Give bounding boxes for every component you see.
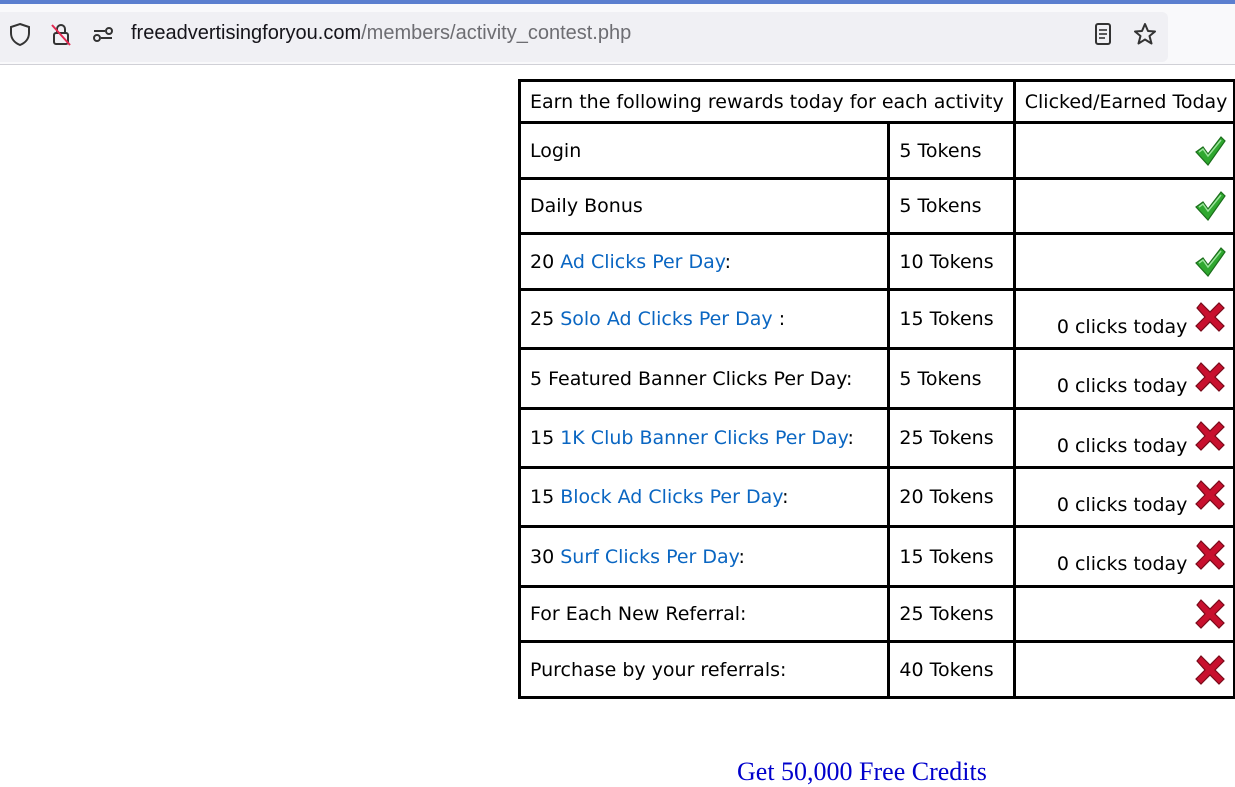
cross-icon [1195,599,1226,629]
activity-cell: 25 Solo Ad Clicks Per Day : [517,288,891,350]
table-row: 15 1K Club Banner Clicks Per Day: 25 Toke… [517,407,1235,469]
cross-icon [1195,421,1226,452]
activity-text: 25 [530,308,561,330]
reader-view-icon[interactable] [1090,21,1116,47]
activity-text: 15 [530,486,561,508]
click-count: 0 clicks today [1056,553,1188,576]
reward-cell: 25 Tokens [887,407,1016,469]
activity-link[interactable]: Ad Clicks Per Day [560,251,724,273]
status-cell [1012,640,1235,699]
cross-icon [1195,539,1226,570]
activity-text: Daily Bonus [530,195,643,217]
reward-cell: 15 Tokens [887,525,1016,588]
activity-text: 30 [530,545,561,568]
status-cell [1012,585,1235,643]
status-cell [1012,121,1235,180]
cross-icon [1195,361,1226,392]
activity-link[interactable]: Block Ad Clicks Per Day [560,486,782,508]
table-row: Daily Bonus 5 Tokens [517,177,1235,235]
activity-cell: 15 Block Ad Clicks Per Day: [517,466,891,528]
table-row: 25 Solo Ad Clicks Per Day :15 Tokens 0 cl… [517,288,1235,350]
reward-cell: 10 Tokens [887,232,1016,291]
click-count: 0 clicks today [1056,434,1188,457]
activity-link[interactable]: Solo Ad Clicks Per Day [560,308,772,330]
table-row: 30 Surf Clicks Per Day: 15 Tokens 0 clicks… [517,525,1235,588]
activity-cell: 15 1K Club Banner Clicks Per Day: [517,407,891,469]
status-cell: 0 clicks today [1012,407,1235,469]
click-count: 0 clicks today [1056,375,1188,398]
reward-cell: 5 Tokens [887,347,1016,410]
activity-rewards-table: Earn the following rewards today for eac… [517,79,1235,699]
url-path: /members/activity_contest.php [361,22,632,44]
status-cell: 0 clicks today [1012,288,1235,350]
permissions-icon[interactable] [90,21,116,47]
activity-suffix: : [772,308,786,330]
status-cell: 0 clicks today [1012,466,1235,528]
table-row: For Each New Referral: 25 Tokens [517,585,1235,643]
reward-cell: 25 Tokens [887,585,1016,643]
table-header-row: Earn the following rewards today for eac… [518,79,1235,124]
activity-text: For Each New Referral: [530,603,747,625]
reward-cell: 20 Tokens [887,466,1016,528]
url-domain: freeadvertisingforyou.com [131,22,362,44]
activity-cell: Purchase by your referrals: [517,640,891,699]
activity-suffix: : [847,427,854,449]
status-cell: 0 clicks today [1012,525,1235,588]
reward-cell: 5 Tokens [887,121,1016,180]
activity-link[interactable]: Surf Clicks Per Day [560,546,738,568]
header-activity: Earn the following rewards today for eac… [518,79,1016,124]
activity-suffix: : [738,545,745,568]
activity-suffix: : [782,486,789,508]
cross-icon [1195,480,1226,511]
activity-cell: 20 Ad Clicks Per Day: [517,232,891,291]
shield-icon[interactable] [7,21,33,47]
reward-cell: 40 Tokens [887,640,1016,699]
activity-link[interactable]: 1K Club Banner Clicks Per Day [560,427,847,449]
check-icon [1195,191,1227,221]
activity-text: 20 [530,250,561,273]
activity-suffix: : [724,250,732,273]
table-row: 5 Featured Banner Clicks Per Day: 5 Token… [517,347,1235,410]
status-cell [1012,232,1235,291]
activity-cell: For Each New Referral: [517,585,891,643]
url-text[interactable]: freeadvertisingforyou.com/members/activi… [131,22,631,45]
click-count: 0 clicks today [1056,315,1188,338]
activity-cell: Daily Bonus [517,177,891,235]
activity-text: 5 Featured Banner Clicks Per Day: [530,367,853,390]
table-row: Purchase by your referrals: 40 Tokens [517,640,1235,699]
insecure-lock-icon[interactable] [48,21,74,47]
table-row: Login 5 Tokens [517,121,1235,180]
check-icon [1195,246,1227,277]
reward-cell: 15 Tokens [887,288,1016,350]
table-row: 20 Ad Clicks Per Day: 10 Tokens [517,232,1235,291]
status-cell: 0 clicks today [1012,347,1235,410]
activity-text: Login [530,139,582,162]
cross-icon [1195,302,1226,333]
activity-text: Purchase by your referrals: [530,658,787,681]
reward-cell: 5 Tokens [887,177,1016,235]
activity-cell: 5 Featured Banner Clicks Per Day: [517,347,891,410]
bookmark-star-icon[interactable] [1132,21,1158,47]
header-status: Clicked/Earned Today [1012,79,1235,124]
cross-icon [1195,654,1226,685]
status-cell [1012,177,1235,235]
click-count: 0 clicks today [1056,493,1188,516]
free-credits-link[interactable]: Get 50,000 Free Credits [737,757,987,787]
activity-cell: 30 Surf Clicks Per Day: [517,525,891,588]
check-icon [1195,135,1227,166]
activity-text: 15 [530,427,561,449]
activity-cell: Login [517,121,891,180]
table-row: 15 Block Ad Clicks Per Day: 20 Tokens 0 cl… [517,466,1235,528]
